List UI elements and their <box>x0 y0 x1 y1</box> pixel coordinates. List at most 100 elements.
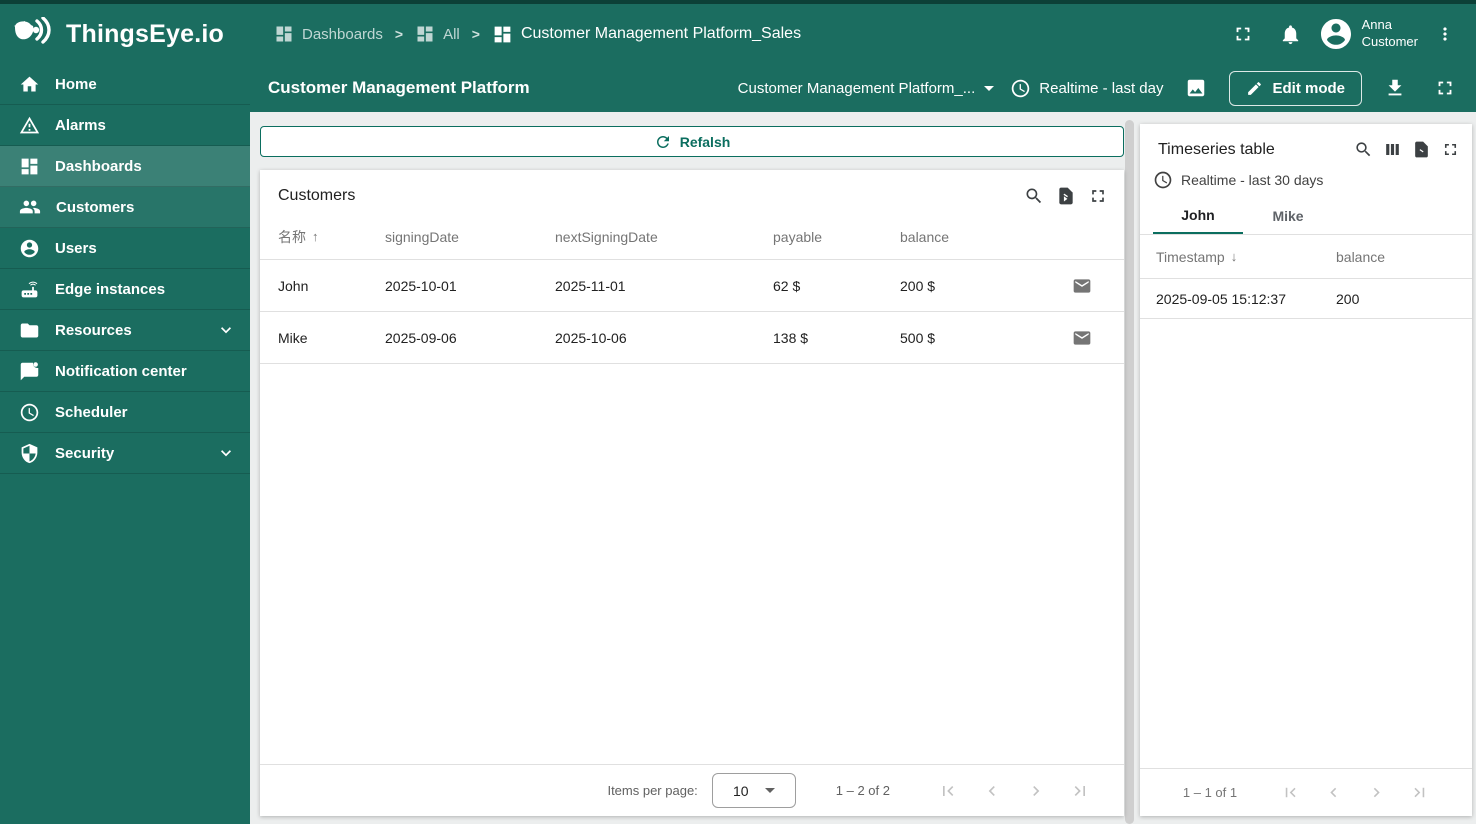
people-icon <box>19 200 41 214</box>
widget-title: Timeseries table <box>1158 140 1275 158</box>
sidebar-item-scheduler[interactable]: Scheduler <box>0 392 250 433</box>
logo[interactable]: ThingsEye.io <box>0 17 252 51</box>
last-page-icon <box>1414 787 1425 798</box>
sidebar-item-resources[interactable]: Resources <box>0 310 250 351</box>
widget-fullscreen-button[interactable] <box>1441 140 1460 159</box>
column-header-nextsigningdate[interactable]: nextSigningDate <box>555 229 773 245</box>
dashboard-grid-icon <box>21 158 38 174</box>
sidebar-item-users[interactable]: Users <box>0 228 250 269</box>
prev-page-button[interactable] <box>982 781 1002 801</box>
column-header-name[interactable]: 名称 ↑ <box>278 227 385 247</box>
chevron-down-icon <box>221 450 231 457</box>
column-header-payable[interactable]: payable <box>773 229 900 245</box>
tab-mike[interactable]: Mike <box>1243 198 1333 234</box>
home-icon <box>20 76 39 91</box>
router-icon <box>21 281 38 297</box>
sidebar-item-alarms[interactable]: Alarms <box>0 105 250 146</box>
sidebar-item-customers[interactable]: Customers <box>0 187 250 228</box>
avatar <box>1318 16 1354 52</box>
vertical-scrollbar[interactable] <box>1125 120 1134 824</box>
pencil-icon <box>1246 80 1263 97</box>
page-range-label: 1 – 1 of 1 <box>1182 785 1238 800</box>
tab-john[interactable]: John <box>1153 198 1243 234</box>
breadcrumb-dashboards[interactable]: Dashboards <box>274 24 383 44</box>
widget-fullscreen-button[interactable] <box>1088 186 1108 206</box>
chevron-right-icon <box>1033 785 1040 796</box>
sidebar-item-notification-center[interactable]: Notification center <box>0 351 250 392</box>
breadcrumb-separator: > <box>394 26 404 42</box>
shield-icon <box>21 443 38 463</box>
image-gallery-button[interactable] <box>1179 67 1213 109</box>
sidebar-item-security[interactable]: Security <box>0 433 250 474</box>
export-button[interactable] <box>1056 186 1076 206</box>
kebab-icon <box>1443 27 1447 41</box>
prev-page-button[interactable] <box>1324 783 1343 802</box>
first-page-button[interactable] <box>938 781 958 801</box>
column-header-timestamp[interactable]: Timestamp ↓ <box>1156 249 1336 265</box>
column-header-balance[interactable]: balance <box>900 229 1070 245</box>
search-button[interactable] <box>1354 140 1373 159</box>
time-window-button[interactable]: Realtime - last 30 days <box>1140 161 1472 198</box>
folder-icon <box>20 323 39 337</box>
user-name: Anna Customer <box>1361 17 1418 49</box>
notifications-button[interactable] <box>1270 13 1312 55</box>
next-page-button[interactable] <box>1026 781 1046 801</box>
items-per-page-select[interactable]: 10 <box>711 773 796 808</box>
sidebar-item-dashboards[interactable]: Dashboards <box>0 146 250 187</box>
sidebar-item-edge-instances[interactable]: Edge instances <box>0 269 250 310</box>
dashboard-state-select[interactable]: Customer Management Platform_... <box>738 80 995 97</box>
chevron-down-icon <box>764 788 775 793</box>
last-page-button[interactable] <box>1410 783 1429 802</box>
next-page-button[interactable] <box>1367 783 1386 802</box>
logo-text: ThingsEye.io <box>66 19 224 48</box>
topbar-actions: Anna Customer <box>1222 13 1476 55</box>
toolbar-fullscreen-button[interactable] <box>1428 67 1462 109</box>
fullscreen-icon <box>1444 143 1457 156</box>
refresh-icon <box>656 135 669 148</box>
table-row[interactable]: Mike 2025-09-06 2025-10-06 138 $ 500 $ <box>260 312 1124 364</box>
top-app-bar: ThingsEye.io Dashboards > All > Customer… <box>0 4 1476 64</box>
search-button[interactable] <box>1024 186 1044 206</box>
column-header-balance[interactable]: balance <box>1336 249 1456 265</box>
breadcrumb-all[interactable]: All <box>415 24 460 44</box>
file-export-icon <box>1415 141 1428 158</box>
envelope-icon <box>1073 330 1091 345</box>
columns-icon <box>1386 143 1399 156</box>
search-icon <box>1356 142 1371 157</box>
page-range-label: 1 – 2 of 2 <box>835 783 890 798</box>
email-button[interactable] <box>1070 276 1094 296</box>
last-page-button[interactable] <box>1070 781 1090 801</box>
sidebar-item-home[interactable]: Home <box>0 64 250 105</box>
table-row[interactable]: 2025-09-05 15:12:37 200 <box>1140 279 1472 319</box>
customers-paginator: Items per page: 10 1 – 2 of 2 <box>260 764 1124 816</box>
download-icon <box>1388 79 1402 96</box>
chevron-right-icon <box>1373 787 1380 798</box>
bell-icon <box>1282 24 1299 44</box>
fullscreen-button[interactable] <box>1222 13 1264 55</box>
image-icon <box>1188 79 1205 97</box>
sort-asc-icon: ↑ <box>312 229 319 244</box>
clock-icon <box>1010 78 1031 99</box>
fullscreen-icon <box>1236 27 1250 41</box>
application-window: ThingsEye.io Dashboards > All > Customer… <box>0 0 1476 824</box>
time-window-button[interactable]: Realtime - last day <box>1010 78 1163 99</box>
refresh-button[interactable]: Refalsh <box>260 126 1124 157</box>
dashboard-grid-icon <box>415 24 435 44</box>
column-header-signingdate[interactable]: signingDate <box>385 229 555 245</box>
export-button[interactable] <box>1412 140 1431 159</box>
breadcrumb-current[interactable]: Customer Management Platform_Sales <box>492 24 801 45</box>
edit-mode-button[interactable]: Edit mode <box>1229 70 1362 106</box>
user-menu[interactable]: Anna Customer <box>1318 16 1418 52</box>
timeseries-table-header: Timestamp ↓ balance <box>1140 235 1472 279</box>
email-button[interactable] <box>1070 328 1094 348</box>
first-page-icon <box>943 785 954 796</box>
download-button[interactable] <box>1378 67 1412 109</box>
table-row[interactable]: John 2025-10-01 2025-11-01 62 $ 200 $ <box>260 260 1124 312</box>
columns-button[interactable] <box>1383 140 1402 159</box>
breadcrumb-separator: > <box>471 26 480 42</box>
first-page-button[interactable] <box>1281 783 1300 802</box>
envelope-icon <box>1073 278 1091 293</box>
chevron-left-icon <box>1330 787 1337 798</box>
dashboard-title: Customer Management Platform <box>268 78 530 97</box>
more-menu-button[interactable] <box>1424 13 1466 55</box>
